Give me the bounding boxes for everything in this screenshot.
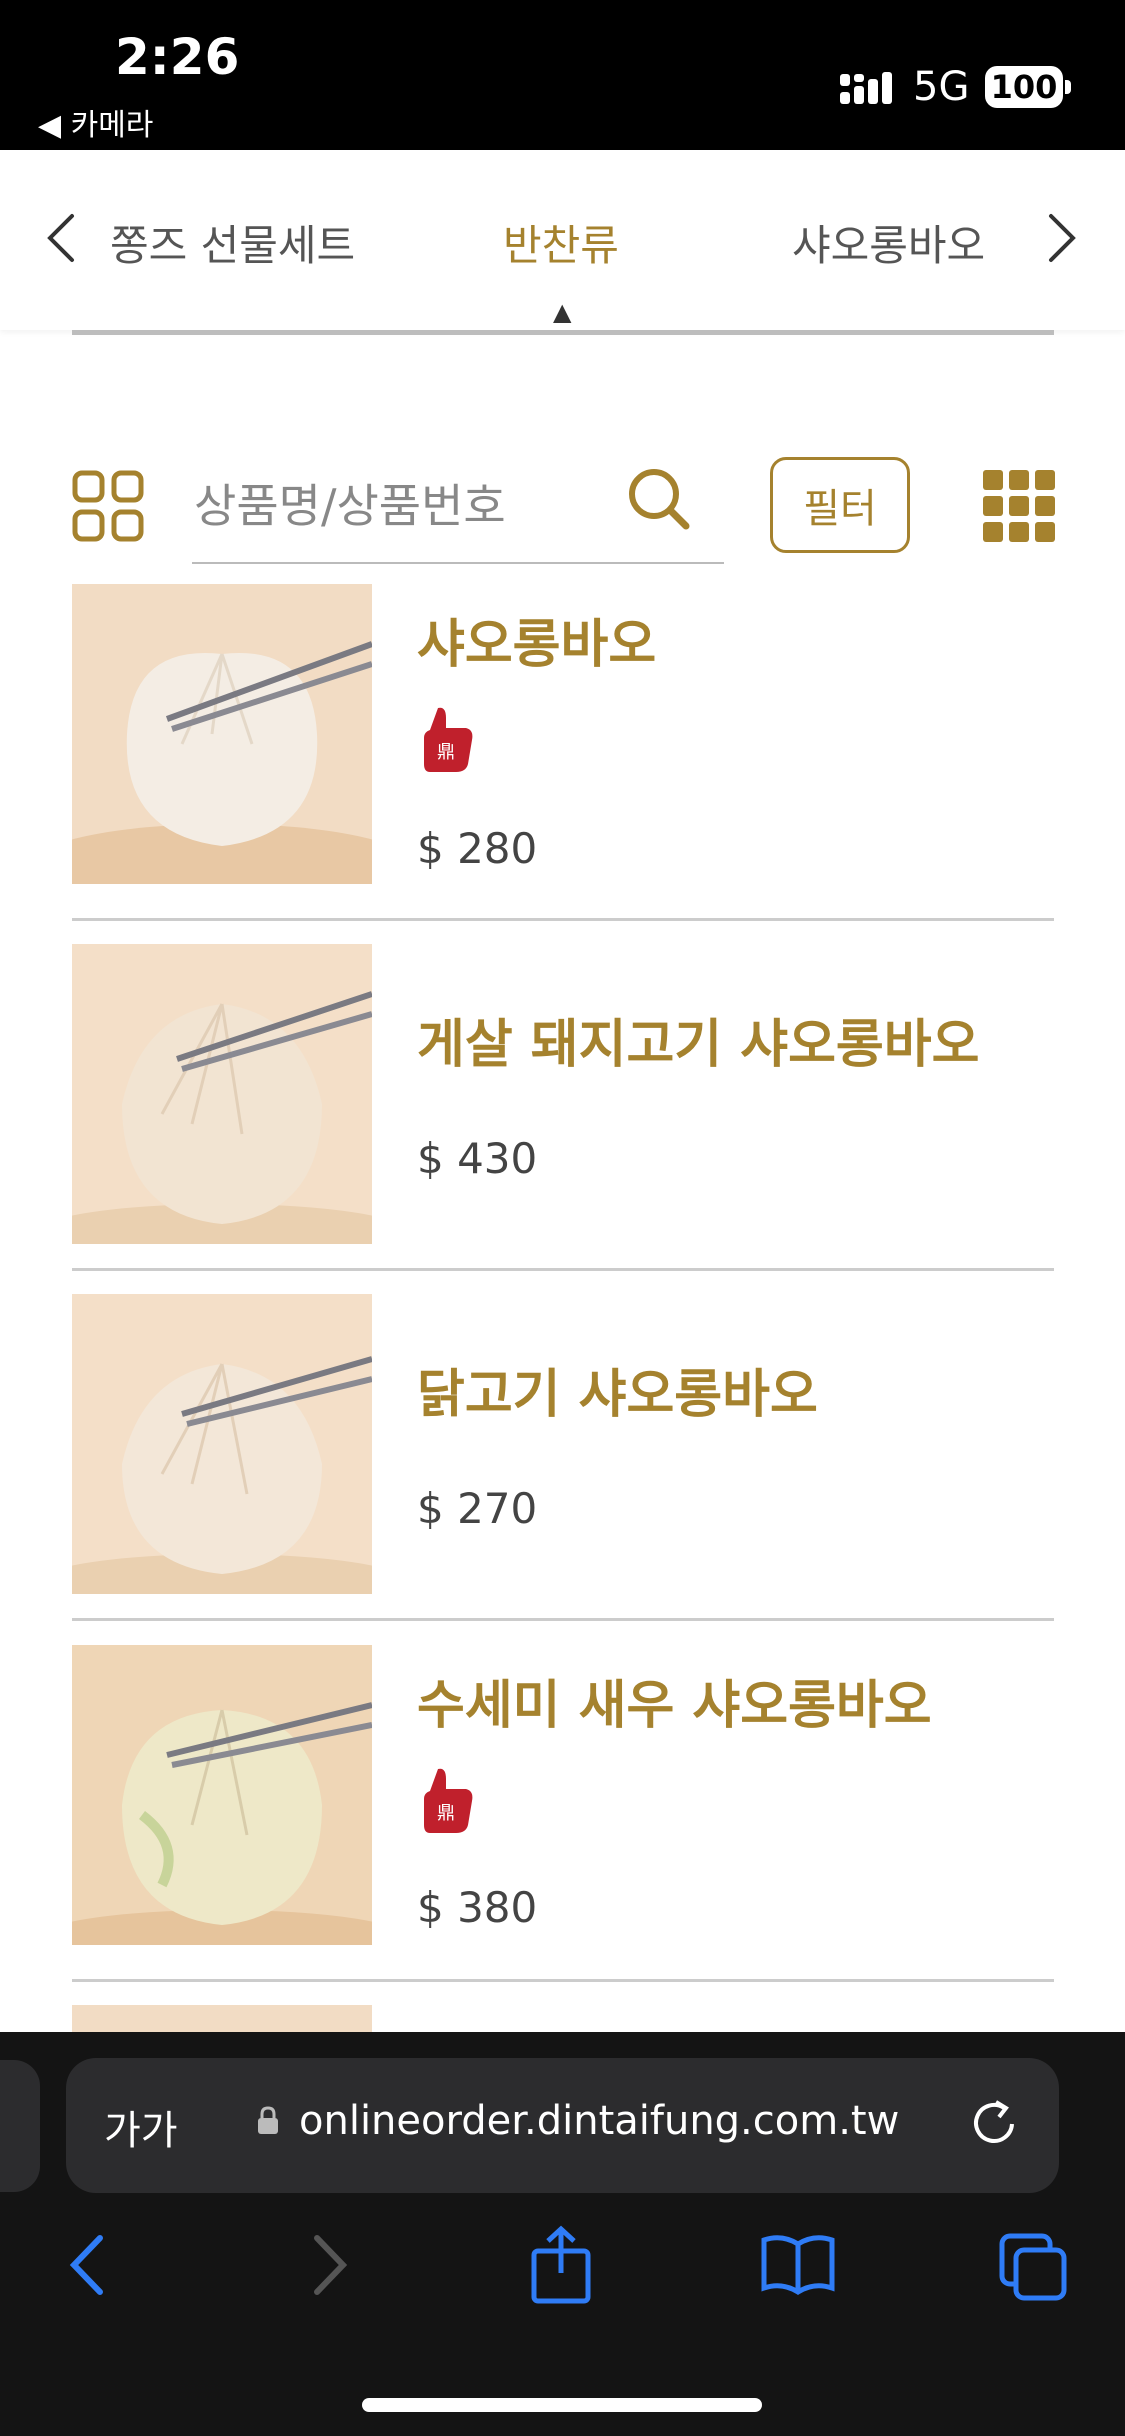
product-item[interactable]: 샤오롱바오 鼎 $ 280 [72,584,1054,924]
item-divider [72,918,1054,921]
category-tab-side-dishes[interactable]: 반찬류 [503,212,619,273]
nav-divider [72,330,1054,335]
previous-tab-peek[interactable] [0,2060,40,2192]
text-size-button[interactable]: 가가 [104,2098,178,2156]
item-divider [72,1618,1054,1621]
network-type: 5G [913,64,970,110]
chevron-right-icon[interactable] [1045,210,1081,270]
back-arrow-icon[interactable] [62,2230,112,2304]
dumpling-image[interactable] [72,584,372,884]
battery-tip [1065,80,1071,94]
product-item[interactable]: 게살 돼지고기 샤오롱바오 $ 430 [72,944,1054,1274]
reload-icon[interactable] [966,2094,1022,2154]
status-time: 2:26 [115,28,240,86]
dumpling-image[interactable] [72,1294,372,1594]
product-price: $ 430 [417,1134,538,1183]
product-name[interactable]: 샤오롱바오 [417,602,656,677]
svg-text:鼎: 鼎 [437,1803,455,1824]
tabs-icon[interactable] [998,2232,1070,2308]
cellular-signal-icon [840,70,902,114]
product-price: $ 380 [417,1883,538,1932]
battery-level: 100 [990,68,1058,106]
address-bar[interactable]: 가가 onlineorder.dintaifung.com.tw [66,2058,1059,2193]
home-indicator[interactable] [362,2398,762,2412]
category-tab-xiaolongbao[interactable]: 샤오롱바오 [792,212,985,273]
two-column-grid-icon[interactable] [72,470,144,542]
forward-arrow-icon[interactable] [305,2230,355,2304]
item-divider [72,1979,1054,1982]
thumbs-up-badge-icon: 鼎 [420,1765,476,1835]
svg-text:鼎: 鼎 [437,742,455,763]
product-item[interactable]: 닭고기 샤오롱바오 $ 270 [72,1294,1054,1624]
product-item[interactable]: 수세미 새우 샤오롱바오 鼎 $ 380 [72,1645,1054,1985]
product-name[interactable]: 수세미 새우 샤오롱바오 [417,1663,932,1738]
filter-button[interactable]: 필터 [770,457,910,553]
product-price: $ 270 [417,1484,538,1533]
bookmarks-book-icon[interactable] [760,2232,836,2300]
url-text[interactable]: onlineorder.dintaifung.com.tw [299,2098,899,2144]
three-column-grid-icon[interactable] [983,470,1055,542]
search-input[interactable] [192,460,616,552]
category-nav: 쫑즈 선물세트 반찬류 샤오롱바오 ▲ [0,150,1125,330]
chevron-left-icon[interactable] [42,210,78,270]
dumpling-image[interactable] [72,944,372,1244]
lock-icon [256,2106,280,2140]
thumbs-up-badge-icon: 鼎 [420,704,476,774]
battery-icon: 100 [985,66,1063,108]
active-category-marker-icon: ▲ [553,298,572,326]
search-box [192,460,724,564]
item-divider [72,1268,1054,1271]
back-to-camera-link[interactable]: ◀ 카메라 [38,100,153,144]
product-name[interactable]: 닭고기 샤오롱바오 [417,1352,818,1427]
product-name[interactable]: 게살 돼지고기 샤오롱바오 [417,1002,979,1077]
category-tab-gift-set[interactable]: 쫑즈 선물세트 [110,212,355,273]
product-price: $ 280 [417,824,538,873]
dumpling-image[interactable] [72,1645,372,1945]
share-icon[interactable] [530,2225,592,2309]
status-bar: 2:26 ◀ 카메라 5G 100 [0,0,1125,150]
next-item-image [72,2005,372,2032]
search-icon[interactable] [626,466,692,536]
